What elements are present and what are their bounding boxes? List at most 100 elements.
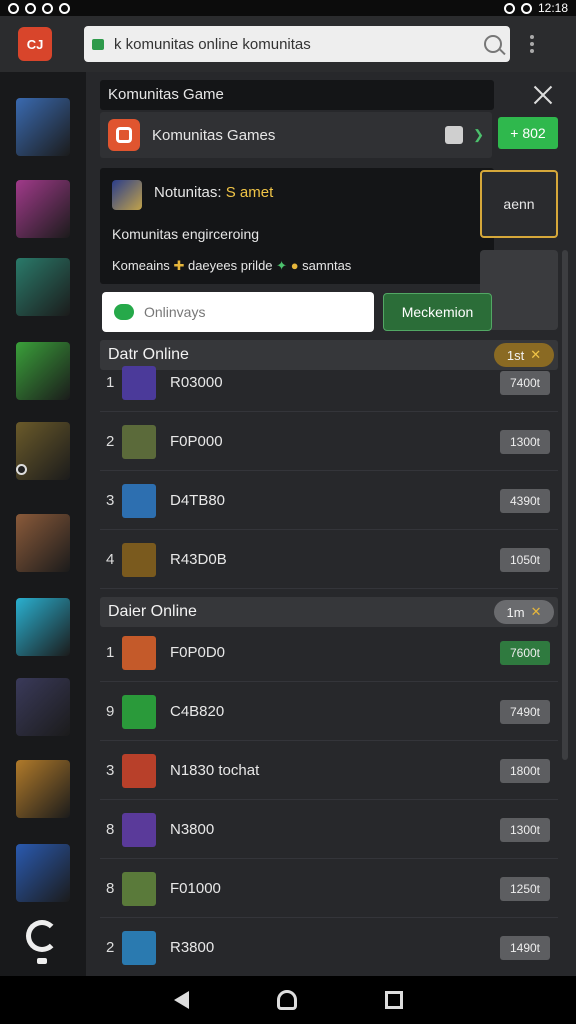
panel-title: Komunitas Game	[100, 80, 494, 110]
row-score: 7600t	[500, 640, 550, 665]
row-rank: 3	[106, 492, 115, 509]
row-name: N1830 tochat	[170, 762, 260, 779]
rail-game-3[interactable]	[16, 258, 70, 316]
scrollbar[interactable]	[562, 250, 568, 760]
row-score: 1250t	[500, 876, 550, 901]
row-rank: 8	[106, 880, 115, 897]
row-name: N3800	[170, 821, 215, 838]
left-rail	[0, 72, 86, 976]
row-rank: 9	[106, 703, 115, 720]
search-icon[interactable]	[484, 35, 502, 53]
list-item[interactable]: 3 N1830 tochat 1800t	[100, 742, 558, 800]
home-icon[interactable]	[276, 990, 297, 1010]
rail-game-9[interactable]	[16, 760, 70, 818]
list-item[interactable]: 2 R3800 1490t	[100, 919, 558, 977]
row-rank: 3	[106, 762, 115, 779]
row-name: R43D0B	[170, 551, 227, 568]
game-thumbnail	[122, 753, 156, 788]
row-rank: 2	[106, 939, 115, 956]
side-card[interactable]: aenn	[480, 170, 558, 238]
status-icons-left	[8, 2, 70, 14]
row-score: 4390t	[500, 488, 550, 513]
notification-line-3-b: daeyees prilde	[187, 258, 273, 273]
game-row[interactable]: Komunitas Games ❯	[100, 112, 492, 158]
refresh-icon-base	[37, 958, 47, 964]
row-score: 7400t	[500, 370, 550, 395]
egg-icon: ●	[290, 258, 299, 273]
rail-game-7[interactable]	[16, 598, 70, 656]
list-item[interactable]: 1 F0P0D0 7600t	[100, 624, 558, 682]
row-name: F0P0D0	[170, 644, 226, 661]
row-name: C4B820	[170, 703, 225, 720]
game-thumbnail	[122, 483, 156, 518]
status-bar: 12:18	[0, 0, 576, 16]
row-rank: 1	[106, 644, 115, 661]
green-count-pill[interactable]: + 802	[498, 117, 558, 149]
row-rank: 2	[106, 433, 115, 450]
rail-game-10[interactable]	[16, 844, 70, 902]
row-rank: 4	[106, 551, 115, 568]
notification-icon	[8, 2, 19, 14]
row-rank: 1	[106, 374, 115, 391]
section-badge[interactable]: 1m ✕	[494, 600, 554, 624]
game-thumbnail	[122, 365, 156, 400]
search-input[interactable]: Onlinvays	[102, 292, 374, 332]
lock-icon	[92, 38, 104, 50]
chevron-icon[interactable]: ❯	[473, 127, 484, 143]
game-row-label: Komunitas Games	[152, 126, 276, 144]
game-thumbnail	[122, 930, 156, 965]
more-options-icon[interactable]	[530, 35, 534, 53]
browser-toolbar: CJ k komunitas online komunitas	[0, 16, 576, 72]
rail-game-1[interactable]	[16, 98, 70, 156]
game-thumbnail	[122, 424, 156, 459]
list-item[interactable]: 8 N3800 1300t	[100, 801, 558, 859]
notification-title-highlight: S amet	[225, 184, 274, 201]
sparkle-icon: ✦	[276, 258, 288, 273]
rail-game-6[interactable]	[16, 514, 70, 572]
row-name: F01000	[170, 880, 221, 897]
address-bar[interactable]: k komunitas online komunitas	[84, 26, 510, 62]
rail-game-8[interactable]	[16, 678, 70, 736]
game-thumbnail	[122, 694, 156, 729]
notification-line-3: Komeains ✚ daeyees prilde ✦ ● samntas	[112, 258, 351, 274]
app-logo[interactable]: CJ	[18, 27, 52, 61]
row-score: 7490t	[500, 699, 550, 724]
row-name: R3800	[170, 939, 215, 956]
status-icons-right: 12:18	[503, 1, 568, 15]
notification-line-3-a: Komeains	[112, 258, 170, 273]
back-icon[interactable]	[173, 991, 189, 1009]
list-item[interactable]: 3 D4TB80 4390t	[100, 472, 558, 530]
list-item[interactable]: 4 R43D0B 1050t	[100, 531, 558, 589]
notification-line-3-c: samntas	[302, 258, 352, 273]
section-title: Daier Online	[108, 603, 197, 620]
list-item[interactable]: 2 F0P000 1300t	[100, 413, 558, 471]
refresh-icon[interactable]	[26, 920, 58, 952]
game-thumbnail	[122, 542, 156, 577]
section-header: Daier Online 1m ✕	[100, 597, 558, 627]
notification-line-2: Komunitas engirceroing	[112, 226, 260, 242]
notification-title-prefix: Notunitas:	[154, 184, 222, 201]
row-name: D4TB80	[170, 492, 226, 509]
notification-title: Notunitas: S amet	[154, 184, 273, 201]
notification-card: Notunitas: S amet Komunitas engirceroing…	[100, 168, 494, 284]
game-thumbnail	[122, 635, 156, 670]
row-name: F0P000	[170, 433, 223, 450]
recommend-button[interactable]: Meckemion	[383, 293, 492, 331]
rail-game-2[interactable]	[16, 180, 70, 238]
close-icon[interactable]	[532, 84, 554, 106]
system-nav-bar	[0, 976, 576, 1024]
close-x-icon: ✕	[530, 604, 542, 619]
rail-game-4[interactable]	[16, 342, 70, 400]
chrome-icon	[42, 2, 53, 14]
list-item[interactable]: 9 C4B820 7490t	[100, 683, 558, 741]
row-rank: 8	[106, 821, 115, 838]
row-score: 1300t	[500, 429, 550, 454]
status-time: 12:18	[537, 1, 568, 15]
game-thumbnail	[122, 812, 156, 847]
list-item[interactable]: 8 F01000 1250t	[100, 860, 558, 918]
recent-apps-icon[interactable]	[384, 991, 403, 1009]
row-score: 1800t	[500, 758, 550, 783]
game-checkbox[interactable]	[445, 126, 464, 144]
list-item[interactable]: 1 R03000 7400t	[100, 354, 558, 412]
section-badge-label: 1m	[506, 604, 525, 620]
